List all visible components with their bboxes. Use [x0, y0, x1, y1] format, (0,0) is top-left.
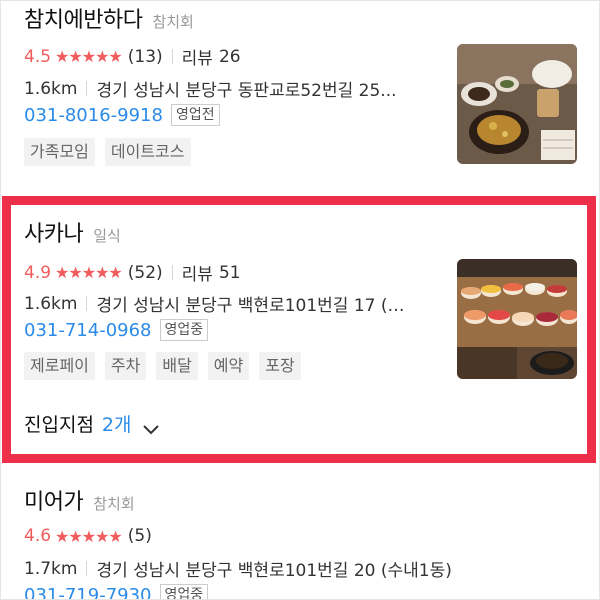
- listing-title-row: 참치에반하다 참치회: [24, 2, 194, 34]
- listing-category: 참치회: [93, 495, 135, 513]
- phone-row: 031-719-7930 영업중: [24, 584, 209, 600]
- divider: [86, 81, 88, 96]
- status-badge: 영업중: [159, 584, 209, 600]
- listing-card[interactable]: 미어가 참치회 4.6 ★★★★★ (5) 1.7km 경기 성남시 분당구 백…: [0, 470, 600, 600]
- distance: 1.6km: [24, 78, 78, 99]
- listing-name[interactable]: 참치에반하다: [24, 2, 143, 34]
- address-row: 1.6km 경기 성남시 분당구 동판교로52번길 25...: [24, 76, 434, 102]
- phone-link[interactable]: 031-719-7930: [24, 585, 152, 600]
- review-label[interactable]: 리뷰: [182, 44, 213, 69]
- rating-stars: ★★★★★: [55, 47, 123, 66]
- review-count[interactable]: 26: [219, 47, 241, 67]
- rating-score: 4.6: [24, 526, 52, 546]
- tag-list: 가족모임 데이트코스: [24, 138, 191, 166]
- rating-row: 4.6 ★★★★★ (5): [24, 526, 152, 546]
- distance: 1.7km: [24, 558, 78, 579]
- listing-name[interactable]: 미어가: [24, 484, 84, 516]
- listing-category: 참치회: [152, 13, 194, 31]
- highlight-outline: [2, 196, 596, 463]
- listing-card[interactable]: 참치에반하다 참치회 4.5 ★★★★★ (13) 리뷰 26 1.6km 경기…: [0, 0, 600, 190]
- rating-score: 4.5: [24, 46, 52, 67]
- address-row: 1.7km 경기 성남시 분당구 백현로101번길 20 (수내1동): [24, 556, 584, 582]
- address: 경기 성남시 분당구 백현로101번길 20 (수내1동): [96, 561, 452, 581]
- rating-row: 4.5 ★★★★★ (13) 리뷰 26: [24, 44, 241, 70]
- divider: [171, 49, 173, 64]
- address: 경기 성남시 분당구 동판교로52번길 25...: [96, 81, 397, 101]
- rating-stars: ★★★★★: [55, 526, 123, 546]
- rating-count: (13): [127, 46, 163, 67]
- restaurant-photo[interactable]: [457, 44, 577, 164]
- tag[interactable]: 가족모임: [24, 138, 95, 166]
- tag[interactable]: 데이트코스: [104, 138, 191, 166]
- status-badge: 영업전: [170, 104, 220, 126]
- divider: [86, 561, 88, 576]
- listing-title-row: 미어가 참치회: [24, 484, 135, 516]
- phone-row: 031-8016-9918 영업전: [24, 104, 220, 126]
- rating-count: (5): [127, 526, 152, 546]
- phone-link[interactable]: 031-8016-9918: [24, 105, 163, 126]
